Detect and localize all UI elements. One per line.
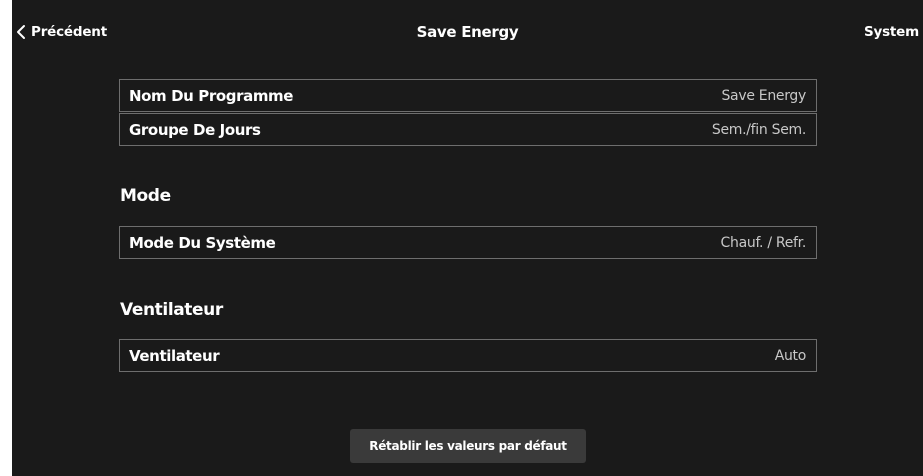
fan-label: Ventilateur: [129, 346, 220, 365]
day-group-row[interactable]: Groupe De Jours Sem./fin Sem.: [119, 113, 817, 146]
program-name-label: Nom Du Programme: [129, 86, 294, 105]
system-mode-label: Mode Du Système: [129, 233, 276, 252]
settings-screen: Précédent Save Energy System Nom Du Prog…: [12, 0, 923, 476]
mode-section-title: Mode: [120, 186, 171, 206]
day-group-label: Groupe De Jours: [129, 120, 261, 139]
fan-row[interactable]: Ventilateur Auto: [119, 339, 817, 372]
system-mode-value: Chauf. / Refr.: [720, 234, 807, 251]
page-title: Save Energy: [416, 23, 519, 41]
program-name-row[interactable]: Nom Du Programme Save Energy: [119, 79, 817, 112]
fan-value: Auto: [774, 347, 807, 364]
fan-section-title: Ventilateur: [120, 300, 223, 320]
system-link[interactable]: System: [864, 20, 919, 44]
reset-defaults-button[interactable]: Rétablir les valeurs par défaut: [350, 429, 586, 463]
header-bar: Précédent Save Energy System: [12, 0, 923, 62]
system-mode-row[interactable]: Mode Du Système Chauf. / Refr.: [119, 226, 817, 259]
program-name-value: Save Energy: [721, 87, 806, 104]
day-group-value: Sem./fin Sem.: [711, 121, 806, 138]
